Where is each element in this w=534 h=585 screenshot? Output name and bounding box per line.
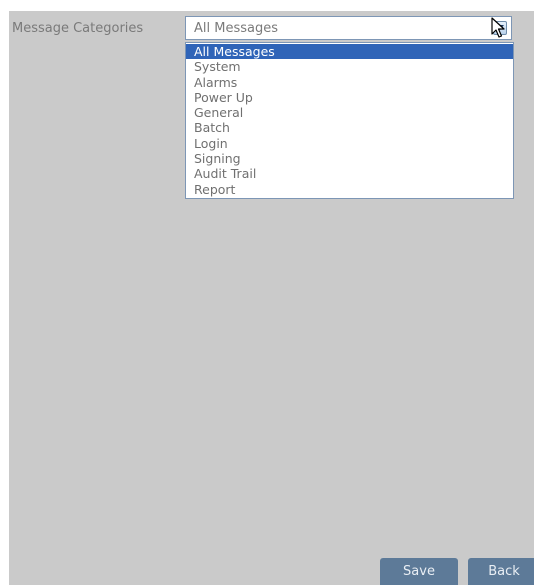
option-system[interactable]: System xyxy=(186,59,513,74)
option-power-up[interactable]: Power Up xyxy=(186,90,513,105)
message-settings-panel: Message Categories All Messages All Mess… xyxy=(9,11,534,585)
category-dropdown-list: All Messages System Alarms Power Up Gene… xyxy=(185,42,514,199)
message-categories-label: Message Categories xyxy=(12,21,144,36)
option-general[interactable]: General xyxy=(186,105,513,120)
option-login[interactable]: Login xyxy=(186,136,513,151)
option-audit-trail[interactable]: Audit Trail xyxy=(186,166,513,181)
message-categories-select[interactable]: All Messages xyxy=(185,16,512,40)
selected-category-value: All Messages xyxy=(194,21,278,36)
save-button[interactable]: Save xyxy=(380,558,458,585)
option-batch[interactable]: Batch xyxy=(186,120,513,135)
option-alarms[interactable]: Alarms xyxy=(186,75,513,90)
option-report[interactable]: Report xyxy=(186,182,513,197)
mouse-pointer-icon xyxy=(491,17,505,38)
back-button[interactable]: Back xyxy=(468,558,534,585)
option-signing[interactable]: Signing xyxy=(186,151,513,166)
option-all-messages[interactable]: All Messages xyxy=(186,44,513,60)
